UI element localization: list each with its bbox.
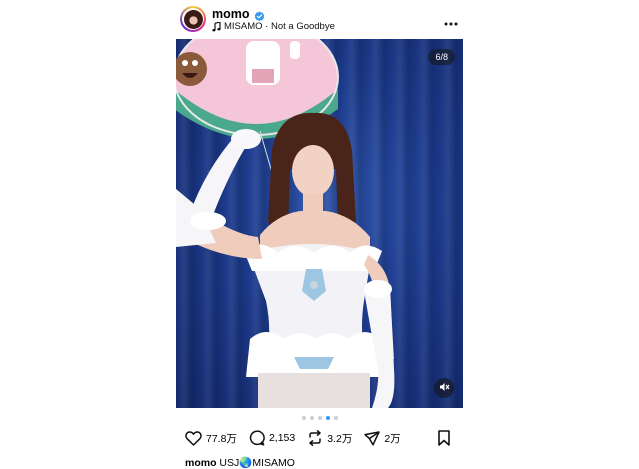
post-photo[interactable]: 6/8	[176, 39, 463, 408]
carousel-dots	[0, 416, 639, 420]
music-row[interactable]: MISAMO · Not a Goodbye	[212, 20, 335, 32]
repost-count: 3.2万	[327, 432, 353, 445]
repost-icon	[307, 430, 323, 446]
share-count: 2万	[384, 432, 401, 445]
caption-text-after: MISAMO	[252, 457, 295, 469]
photo-illustration	[176, 39, 395, 408]
post-header: momo MISAMO · Not a Goodbye	[176, 5, 464, 35]
avatar-photo	[183, 9, 203, 29]
carousel-dot-active	[325, 416, 330, 420]
avatar-ring-inner	[182, 8, 204, 30]
caption: momo USJ🌏MISAMO	[185, 456, 295, 469]
music-note-icon	[212, 20, 221, 32]
comment-button[interactable]: 2,153	[249, 430, 295, 446]
heart-icon	[185, 430, 202, 446]
carousel-dot	[317, 416, 322, 420]
carousel-dot	[309, 416, 314, 420]
speaker-muted-icon	[439, 379, 450, 397]
caption-text-before: USJ	[219, 457, 240, 469]
music-label: MISAMO · Not a Goodbye	[224, 21, 335, 32]
carousel-counter: 6/8	[428, 49, 455, 65]
carousel-dot	[333, 416, 338, 420]
share-button[interactable]: 2万	[364, 430, 401, 446]
caption-username[interactable]: momo	[185, 457, 217, 469]
username[interactable]: momo	[212, 7, 250, 21]
like-count: 77.8万	[206, 432, 237, 445]
verified-badge-icon	[254, 9, 265, 21]
avatar[interactable]	[180, 6, 206, 32]
repost-button[interactable]: 3.2万	[307, 430, 352, 446]
username-row: momo	[212, 7, 265, 21]
globe-emoji: 🌏	[239, 457, 253, 469]
comment-count: 2,153	[268, 432, 296, 444]
mute-button[interactable]	[434, 378, 454, 398]
carousel-dot	[301, 416, 306, 420]
send-icon	[364, 430, 381, 446]
like-button[interactable]: 77.8万	[185, 430, 237, 446]
action-bar: 77.8万 2,153 3.2万 2万	[185, 428, 413, 448]
more-options-icon[interactable]	[444, 13, 458, 26]
bookmark-icon[interactable]	[437, 430, 451, 451]
post: momo MISAMO · Not a Goodbye 6/8 77.8万 2,…	[0, 0, 639, 469]
comment-icon	[249, 430, 265, 446]
